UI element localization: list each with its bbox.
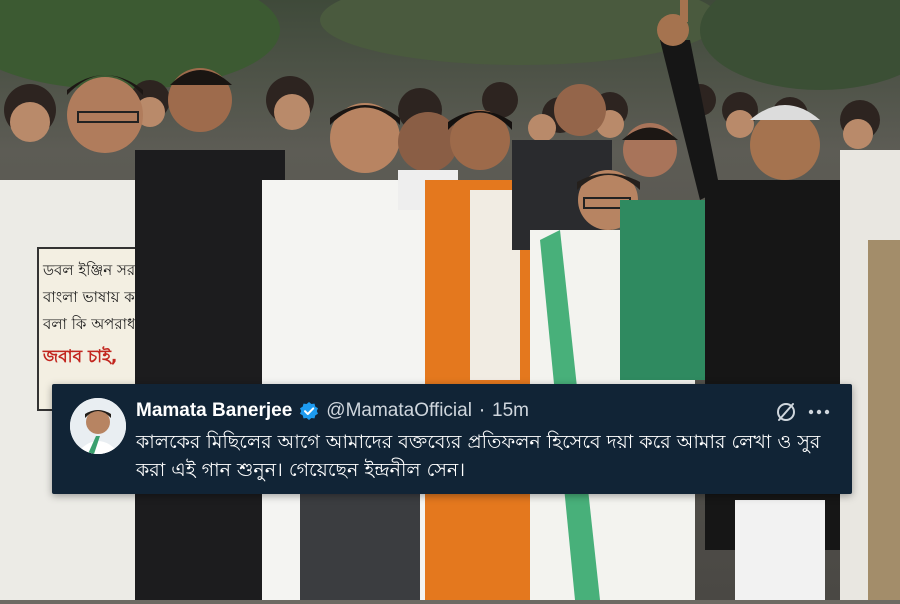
background-photo: ডবল ইঞ্জিন সরকার, বাংলা ভাষায় কথা বলা ক…	[0, 0, 900, 600]
tweet-card[interactable]: Mamata Banerjee @MamataOfficial · 15m কা…	[52, 384, 852, 494]
separator-dot: ·	[478, 400, 485, 422]
placard-line-4: জবাব চাই,	[42, 346, 117, 367]
placard-line-2: বাংলা ভাষায় কথা	[42, 288, 149, 306]
grok-icon[interactable]	[774, 400, 798, 424]
rally-photo: ডবল ইঞ্জিন সরকার, বাংলা ভাষায় কথা বলা ক…	[0, 0, 900, 600]
avatar[interactable]	[70, 398, 126, 454]
placard-line-3: বলা কি অপরাধ ?	[42, 315, 148, 333]
person-right-edge	[840, 150, 900, 600]
author-handle[interactable]: @MamataOfficial	[326, 400, 472, 422]
timestamp[interactable]: 15m	[492, 400, 529, 422]
verified-badge-icon	[299, 401, 319, 421]
more-dots-icon[interactable]	[806, 402, 832, 422]
tweet-text: কালকের মিছিলের আগে আমাদের বক্তব্যের প্রত…	[136, 431, 821, 481]
author-name[interactable]: Mamata Banerjee	[136, 400, 292, 422]
tweet-header: Mamata Banerjee @MamataOfficial · 15m	[136, 398, 529, 424]
